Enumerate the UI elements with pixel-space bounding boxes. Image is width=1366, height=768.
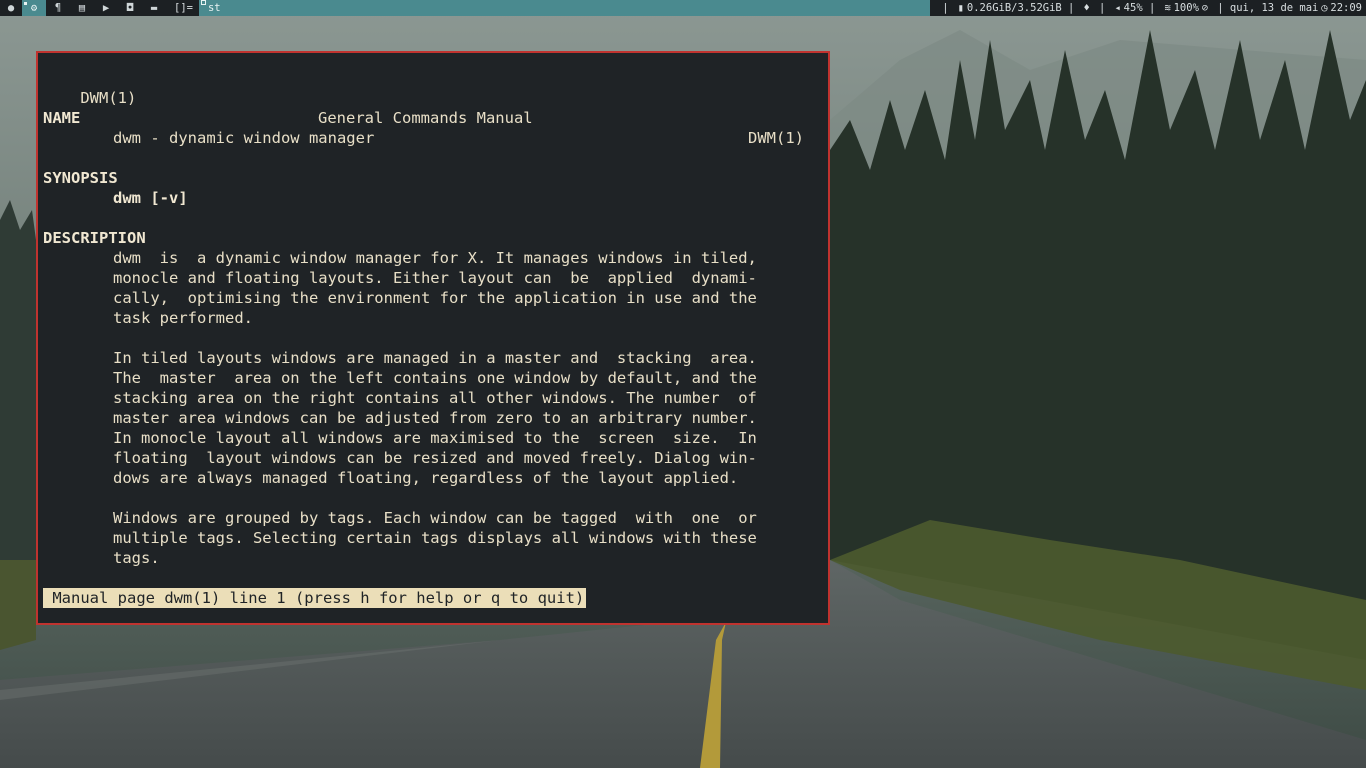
desc-line: In monocle layout all windows are maximi… xyxy=(113,429,757,447)
time-text: 22:09 xyxy=(1330,2,1362,14)
desc-line: floating layout windows can be resized a… xyxy=(113,449,757,467)
tag-chat[interactable]: ▬ xyxy=(142,0,166,16)
tag-web[interactable]: ● xyxy=(0,0,22,16)
memory-usage: 0.26GiB/3.52GiB xyxy=(966,2,1062,14)
no-entry-icon: ⊘ xyxy=(1201,2,1209,14)
tag-settings[interactable]: ⚙ xyxy=(22,0,46,16)
play-icon: ▶ xyxy=(102,2,110,14)
window-title-text: st xyxy=(207,2,221,14)
desc-line: dwm is a dynamic window manager for X. I… xyxy=(113,249,757,267)
tag-media[interactable]: ▶ xyxy=(94,0,118,16)
archive-icon: ▤ xyxy=(78,2,86,14)
tag-text[interactable]: ¶ xyxy=(46,0,70,16)
desc-line: In tiled layouts windows are managed in … xyxy=(113,349,757,367)
microphone-icon: ♦ xyxy=(1083,2,1090,14)
pager-status-line: Manual page dwm(1) line 1 (press h for h… xyxy=(43,588,587,608)
volume-level: 45% xyxy=(1123,2,1143,14)
man-header: DWM(1) General Commands Manual DWM(1) xyxy=(43,68,804,147)
header-left: DWM(1) xyxy=(80,89,137,107)
desc-line: multiple tags. Selecting certain tags di… xyxy=(113,529,757,547)
tag-files[interactable]: ▤ xyxy=(70,0,94,16)
name-text: dwm - dynamic window manager xyxy=(113,129,375,147)
wifi-icon: ≋ xyxy=(1164,2,1171,14)
paragraph-icon: ¶ xyxy=(54,2,62,14)
desc-line: task performed. xyxy=(113,309,253,327)
header-center: General Commands Manual xyxy=(318,109,533,127)
gear-icon: ⚙ xyxy=(30,2,38,14)
desc-line: Windows are grouped by tags. Each window… xyxy=(113,509,757,527)
desc-line: monocle and floating layouts. Either lay… xyxy=(113,269,757,287)
window-title: st xyxy=(198,0,930,16)
desc-line: stacking area on the right contains all … xyxy=(113,389,757,407)
desc-line: dows are always managed floating, regard… xyxy=(113,469,739,487)
layout-indicator[interactable]: []= xyxy=(166,0,199,16)
volume-icon: ◂ xyxy=(1114,2,1121,14)
synopsis-heading: SYNOPSIS xyxy=(43,169,118,187)
floating-indicator xyxy=(200,0,206,5)
tag-list: ● ⚙ ¶ ▤ ▶ ◘ ▬ xyxy=(0,0,166,16)
name-heading: NAME xyxy=(43,109,81,127)
desc-line: master area windows can be adjusted from… xyxy=(113,409,757,427)
status-text: | ▮ 0.26GiB/3.52GiB | ♦ | ◂ 45% | ≋ 100%… xyxy=(935,2,1362,14)
status-bar: ● ⚙ ¶ ▤ ▶ ◘ ▬ []= st | ▮ 0.26GiB/3.52GiB… xyxy=(0,0,1366,16)
tag-games[interactable]: ◘ xyxy=(118,0,142,16)
chat-icon: ▬ xyxy=(150,2,158,14)
wifi-strength: 100% xyxy=(1173,2,1199,14)
date-text: qui, 13 de mai xyxy=(1229,2,1319,14)
gamepad-icon: ◘ xyxy=(126,2,134,14)
header-right: DWM(1) xyxy=(748,129,804,147)
clock-icon: ◷ xyxy=(1321,2,1328,14)
synopsis-text: dwm [-v] xyxy=(113,189,188,207)
desc-line: tags. xyxy=(113,549,160,567)
desc-line: The master area on the left contains one… xyxy=(113,369,757,387)
terminal-window[interactable]: DWM(1) General Commands Manual DWM(1) NA… xyxy=(36,51,830,625)
memory-icon: ▮ xyxy=(957,2,965,14)
globe-icon: ● xyxy=(7,2,15,14)
description-heading: DESCRIPTION xyxy=(43,229,146,247)
desc-line: cally, optimising the environment for th… xyxy=(113,289,757,307)
